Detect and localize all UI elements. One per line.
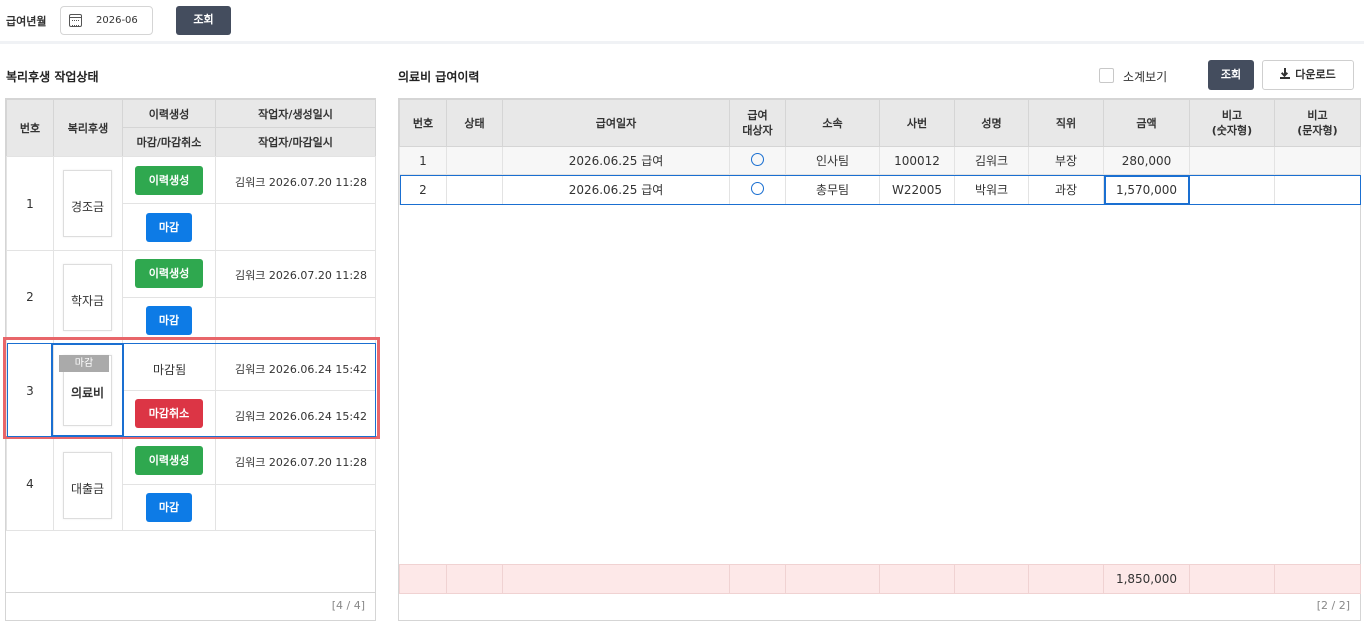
cell-status <box>446 146 503 175</box>
col-note-num[interactable]: 비고 (숫자형) <box>1189 99 1275 147</box>
welfare-header-table: 번호 복리후생 이력생성 작업자/생성일시 마감/마감취소 작업자/마감일시 <box>6 99 376 157</box>
cell-dept: 총무팀 <box>785 174 880 205</box>
col-no[interactable]: 번호 <box>6 99 54 157</box>
cell-note-num[interactable] <box>1189 146 1275 175</box>
history-table: 번호 상태 급여일자 급여 대상자 소속 사번 성명 직위 금액 비고 (숫자형… <box>399 99 1361 205</box>
welfare-card[interactable]: 마감 의료비 <box>59 355 112 426</box>
target-circle-icon <box>751 181 764 195</box>
col-target[interactable]: 급여 대상자 <box>729 99 786 147</box>
create-history-button[interactable]: 이력생성 <box>135 446 203 475</box>
create-info: 김워크 2026.07.20 11:28 <box>235 176 368 189</box>
cell-target <box>729 174 786 205</box>
col-history-create[interactable]: 이력생성 <box>122 99 216 128</box>
subtotal-label[interactable]: 소계보기 <box>1123 68 1167 85</box>
history-search-button[interactable]: 조회 <box>1208 60 1254 90</box>
cell-note-text[interactable] <box>1274 146 1361 175</box>
left-footer-divider <box>6 592 375 593</box>
year-month-value[interactable]: 2026-06 <box>96 15 138 26</box>
cell-pay-date: 2026.06.25 급여 <box>502 146 730 175</box>
summary-table: 1,850,000 <box>399 564 1361 594</box>
right-pager: [2 / 2] <box>1316 599 1350 612</box>
year-month-picker[interactable]: 2026-06 <box>60 6 153 35</box>
medical-history-grid: 번호 상태 급여일자 급여 대상자 소속 사번 성명 직위 금액 비고 (숫자형… <box>398 98 1361 621</box>
cell-position: 부장 <box>1028 146 1104 175</box>
welfare-name: 경조금 <box>70 200 105 214</box>
col-dept[interactable]: 소속 <box>785 99 880 147</box>
welfare-status-grid: 번호 복리후생 이력생성 작업자/생성일시 마감/마감취소 작업자/마감일시 1… <box>3 98 380 621</box>
close-button[interactable]: 마감 <box>146 213 192 242</box>
welfare-name: 대출금 <box>70 482 105 496</box>
row-no: 4 <box>6 437 54 531</box>
col-amount[interactable]: 금액 <box>1103 99 1190 147</box>
create-history-button[interactable]: 이력생성 <box>135 259 203 288</box>
cell-dept: 인사팀 <box>785 146 880 175</box>
cell-amount[interactable]: 280,000 <box>1103 146 1190 175</box>
row-no: 2 <box>6 250 54 344</box>
col-status[interactable]: 상태 <box>446 99 503 147</box>
col-name[interactable]: 성명 <box>954 99 1029 147</box>
col-creator-time[interactable]: 작업자/생성일시 <box>215 99 376 128</box>
table-row-selected[interactable]: 2 2026.06.25 급여 총무팀 W22005 박워크 과장 1,570,… <box>399 174 1361 205</box>
summary-row: 1,850,000 <box>399 564 1361 594</box>
total-amount: 1,850,000 <box>1103 564 1190 594</box>
cell-target <box>729 146 786 175</box>
cell-note-text[interactable] <box>1274 174 1361 205</box>
search-button[interactable]: 조회 <box>176 6 231 35</box>
cancel-close-button[interactable]: 마감취소 <box>135 399 203 428</box>
download-label: 다운로드 <box>1295 68 1336 81</box>
col-close-cancel[interactable]: 마감/마감취소 <box>122 127 216 157</box>
cell-amount-focused[interactable]: 1,570,000 <box>1103 174 1190 205</box>
close-button[interactable]: 마감 <box>146 493 192 522</box>
welfare-name: 학자금 <box>70 294 105 308</box>
welfare-name: 의료비 <box>70 386 105 400</box>
col-welfare[interactable]: 복리후생 <box>53 99 123 157</box>
welfare-card[interactable]: 경조금 <box>63 170 112 237</box>
col-position[interactable]: 직위 <box>1028 99 1104 147</box>
closed-badge: 마감 <box>59 355 109 372</box>
cell-no: 2 <box>399 174 447 205</box>
create-info: 김워크 2026.06.24 15:42 <box>235 363 368 376</box>
download-icon <box>1280 68 1291 79</box>
cell-emp-no: W22005 <box>879 174 955 205</box>
welfare-card[interactable]: 학자금 <box>63 264 112 331</box>
cell-name: 박워크 <box>954 174 1029 205</box>
cell-status <box>446 174 503 205</box>
year-month-label: 급여년월 <box>6 15 47 28</box>
cell-note-num[interactable] <box>1189 174 1275 205</box>
cell-emp-no: 100012 <box>879 146 955 175</box>
col-note-text[interactable]: 비고 (문자형) <box>1274 99 1361 147</box>
create-info: 김워크 2026.07.20 11:28 <box>235 456 368 469</box>
create-info: 김워크 2026.07.20 11:28 <box>235 269 368 282</box>
subtotal-checkbox[interactable] <box>1099 68 1114 83</box>
create-history-button[interactable]: 이력생성 <box>135 166 203 195</box>
welfare-status-title: 복리후생 작업상태 <box>6 70 99 84</box>
target-circle-icon <box>751 152 764 166</box>
top-filter-bar: 급여년월 2026-06 조회 <box>0 0 1364 44</box>
close-button[interactable]: 마감 <box>146 306 192 335</box>
welfare-card[interactable]: 대출금 <box>63 452 112 519</box>
closed-status: 마감됨 <box>153 363 187 377</box>
table-row[interactable]: 1 2026.06.25 급여 인사팀 100012 김워크 부장 280,00… <box>399 146 1361 175</box>
download-button[interactable]: 다운로드 <box>1262 60 1354 90</box>
col-pay-date[interactable]: 급여일자 <box>502 99 730 147</box>
cell-pay-date: 2026.06.25 급여 <box>502 174 730 205</box>
medical-history-title: 의료비 급여이력 <box>398 70 480 84</box>
calendar-icon[interactable] <box>69 14 82 27</box>
close-info: 김워크 2026.06.24 15:42 <box>235 410 368 423</box>
cell-no: 1 <box>399 146 447 175</box>
cell-name: 김워크 <box>954 146 1029 175</box>
cell-position: 과장 <box>1028 174 1104 205</box>
col-closer-time[interactable]: 작업자/마감일시 <box>215 127 376 157</box>
row-no: 1 <box>6 156 54 251</box>
left-pager: [4 / 4] <box>331 599 365 612</box>
col-emp-no[interactable]: 사번 <box>879 99 955 147</box>
col-no[interactable]: 번호 <box>399 99 447 147</box>
